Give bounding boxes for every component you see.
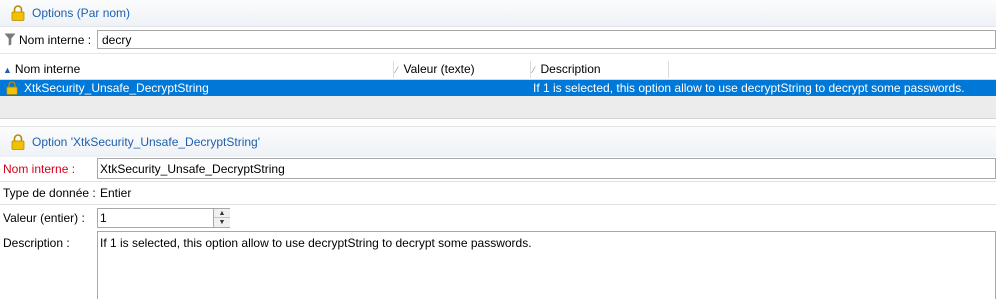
lock-icon: [11, 5, 25, 21]
name-label: Nom interne :: [3, 162, 76, 176]
column-header-nom-interne[interactable]: ▲ Nom interne: [3, 60, 393, 79]
value-label: Valeur (entier) :: [3, 211, 85, 225]
lock-icon: [11, 134, 25, 153]
options-title: Options (Par nom): [32, 6, 131, 20]
option-title: Option 'XtkSecurity_Unsafe_DecryptString…: [32, 135, 261, 149]
options-header: Options (Par nom): [0, 0, 996, 27]
type-label: Type de donnée :: [3, 186, 96, 200]
divider: [0, 204, 996, 205]
filter-icon[interactable]: [4, 33, 16, 49]
divider: [0, 181, 996, 182]
value-stepper[interactable]: [97, 208, 230, 228]
table-empty-area: [0, 96, 996, 119]
type-value: Entier: [100, 186, 132, 200]
cell-description: If 1 is selected, this option allow to u…: [533, 81, 965, 95]
column-divider[interactable]: [668, 61, 669, 78]
sort-asc-icon: ▲: [3, 65, 12, 75]
sort-icon: ⁄: [396, 65, 398, 75]
value-value: 1: [100, 211, 107, 225]
stepper-up-icon[interactable]: ▲: [214, 209, 230, 218]
name-value: XtkSecurity_Unsafe_DecryptString: [100, 162, 285, 176]
stepper-buttons: ▲ ▼: [213, 209, 230, 227]
table-row[interactable]: XtkSecurity_Unsafe_DecryptString If 1 is…: [0, 80, 996, 96]
cell-nom-interne: XtkSecurity_Unsafe_DecryptString: [24, 81, 209, 95]
filter-label: Nom interne :: [19, 33, 92, 47]
filter-input[interactable]: [97, 30, 996, 49]
option-header: Option 'XtkSecurity_Unsafe_DecryptString…: [0, 126, 996, 158]
description-label: Description :: [3, 236, 70, 250]
column-header-valeur[interactable]: ⁄ Valeur (texte): [396, 60, 529, 79]
table-header: ▲ Nom interne ⁄ Valeur (texte) ⁄ Descriptio…: [0, 60, 996, 80]
column-divider[interactable]: [530, 61, 531, 78]
description-value: If 1 is selected, this option allow to u…: [100, 236, 532, 250]
column-divider[interactable]: [393, 61, 394, 78]
column-header-description[interactable]: ⁄ Description: [533, 60, 668, 79]
stepper-down-icon[interactable]: ▼: [214, 218, 230, 227]
sort-icon: ⁄: [533, 65, 535, 75]
filter-bar: Nom interne :: [0, 27, 996, 54]
